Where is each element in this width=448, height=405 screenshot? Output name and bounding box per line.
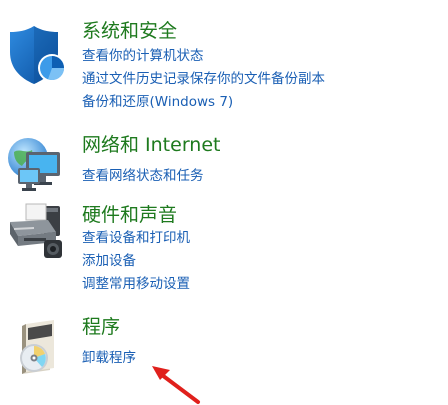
link-add-device[interactable]: 添加设备 (82, 250, 190, 273)
category-title-network-internet[interactable]: 网络和 Internet (82, 133, 220, 157)
link-mobility-settings[interactable]: 调整常用移动设置 (82, 273, 190, 296)
category-title-system-security[interactable]: 系统和安全 (82, 19, 177, 43)
category-hardware-sound: 硬件和声音 查看设备和打印机 添加设备 调整常用移动设置 (0, 198, 448, 302)
category-network-internet: 网络和 Internet 查看网络状态和任务 (0, 128, 448, 192)
category-system-security: 系统和安全 查看你的计算机状态 通过文件历史记录保存你的文件备份副本 备份和还原… (0, 14, 448, 120)
category-links-network-internet: 查看网络状态和任务 (82, 165, 204, 188)
link-file-history-backup[interactable]: 通过文件历史记录保存你的文件备份副本 (82, 68, 325, 91)
red-arrow-icon (152, 366, 200, 404)
control-panel-category-view: 系统和安全 查看你的计算机状态 通过文件历史记录保存你的文件备份副本 备份和还原… (0, 0, 448, 405)
category-programs: 程序 卸载程序 (0, 312, 448, 382)
programs-disc-icon[interactable] (4, 316, 68, 380)
category-links-hardware-sound: 查看设备和打印机 添加设备 调整常用移动设置 (82, 227, 190, 296)
link-view-computer-status[interactable]: 查看你的计算机状态 (82, 45, 325, 68)
category-links-programs: 卸载程序 (82, 347, 136, 370)
link-uninstall-program[interactable]: 卸载程序 (82, 347, 136, 370)
network-globe-icon[interactable] (4, 132, 68, 196)
category-links-system-security: 查看你的计算机状态 通过文件历史记录保存你的文件备份副本 备份和还原(Windo… (82, 45, 325, 114)
link-view-network-status[interactable]: 查看网络状态和任务 (82, 165, 204, 188)
link-view-devices-printers[interactable]: 查看设备和打印机 (82, 227, 190, 250)
category-title-hardware-sound[interactable]: 硬件和声音 (82, 203, 177, 227)
shield-icon[interactable] (4, 22, 68, 86)
printer-icon[interactable] (4, 198, 68, 262)
category-title-programs[interactable]: 程序 (82, 315, 120, 339)
link-backup-restore[interactable]: 备份和还原(Windows 7) (82, 91, 325, 114)
